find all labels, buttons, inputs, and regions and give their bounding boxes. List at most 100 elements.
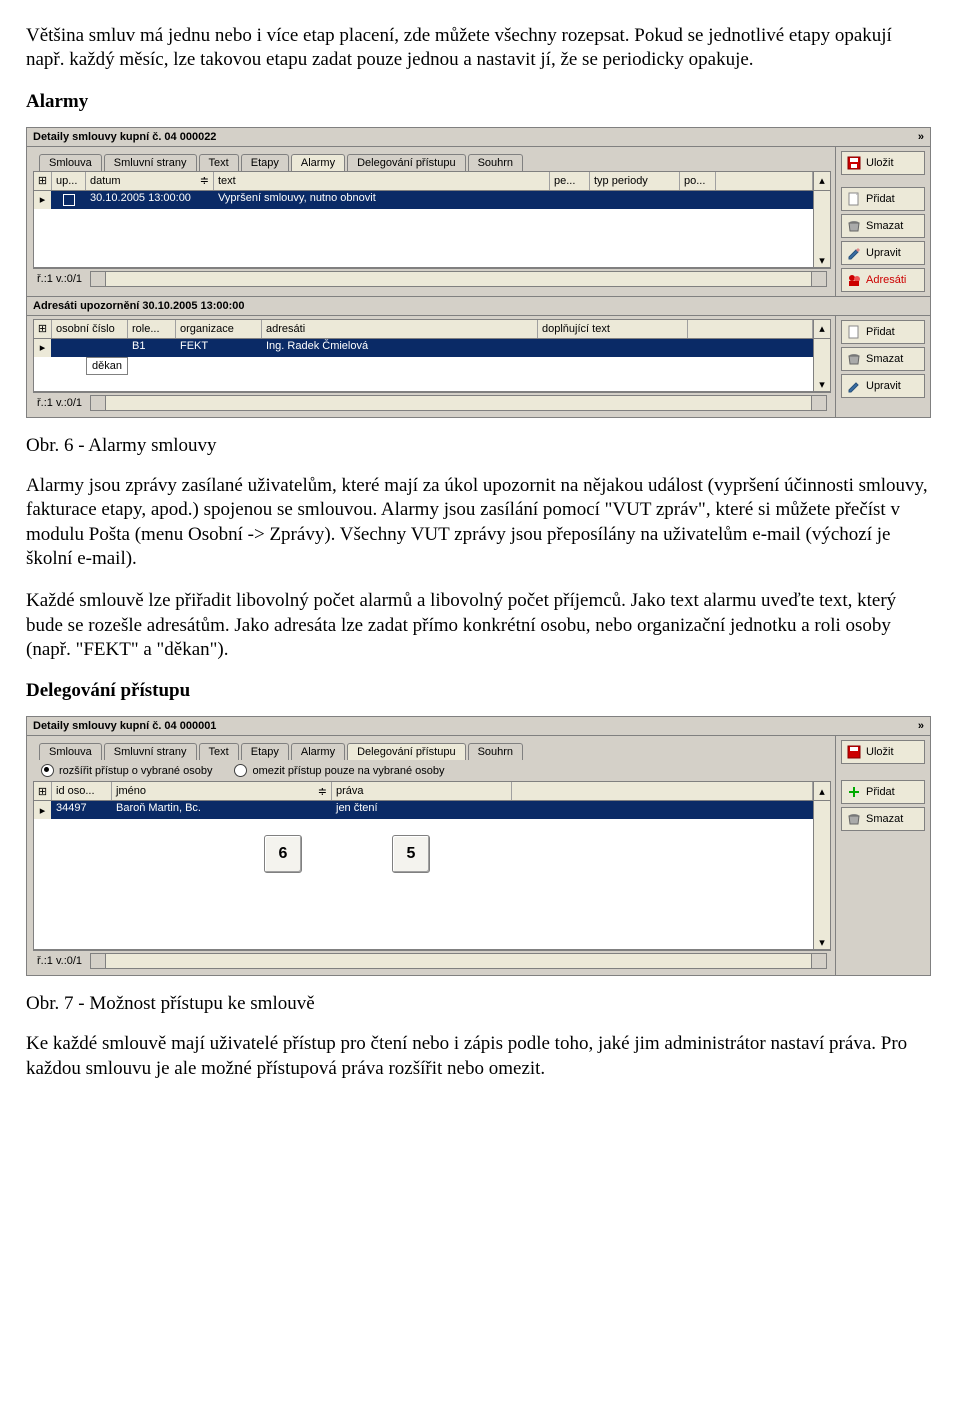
edit-button[interactable]: Upravit	[841, 374, 925, 398]
tab-text[interactable]: Text	[199, 154, 239, 171]
col-adresati[interactable]: adresáti	[262, 320, 538, 338]
trash-icon	[847, 219, 861, 233]
expand-icon[interactable]: ⊞	[34, 172, 52, 190]
col-filler	[716, 172, 813, 190]
alarm-row[interactable]: ▸ 30.10.2005 13:00:00 Vypršení smlouvy, …	[34, 191, 830, 209]
col-doplnujici-text[interactable]: doplňující text	[538, 320, 688, 338]
tab-smlouva[interactable]: Smlouva	[39, 743, 102, 760]
row-indicator-icon: ▸	[34, 191, 52, 209]
figure-caption-6: Obr. 6 - Alarmy smlouvy	[26, 434, 934, 458]
recipients-grid[interactable]: ⊞ osobní číslo role... organizace adresá…	[33, 319, 831, 392]
subheader-adresati: Adresáti upozornění 30.10.2005 13:00:00	[27, 296, 930, 316]
add-button[interactable]: Přidat	[841, 780, 925, 804]
col-prava[interactable]: práva	[332, 782, 512, 800]
toolbar-access: Uložit Přidat Smazat	[835, 736, 930, 975]
cell-organizace: FEKT	[176, 339, 262, 357]
radio-extend[interactable]: rozšířit přístup o vybrané osoby	[41, 764, 212, 777]
delete-button[interactable]: Smazat	[841, 214, 925, 238]
collapse-icon[interactable]: »	[918, 720, 924, 732]
cell-adresat: Ing. Radek Čmielová	[262, 339, 538, 357]
scroll-up-icon[interactable]: ▴	[813, 320, 830, 338]
cell-text: Vypršení smlouvy, nutno obnovit	[214, 191, 550, 209]
row-indicator-icon: ▸	[34, 339, 52, 357]
col-role[interactable]: role...	[128, 320, 176, 338]
tabs: Smlouva Smluvní strany Text Etapy Alarmy…	[33, 739, 831, 760]
cell-id: 34497	[52, 801, 112, 819]
hscrollbar[interactable]	[90, 395, 827, 411]
role-editor[interactable]: děkan	[86, 357, 128, 375]
radio-off-icon	[234, 764, 247, 777]
scroll-up-icon[interactable]: ▴	[813, 782, 830, 800]
radio-on-icon	[41, 764, 54, 777]
titlebar: Detaily smlouvy kupní č. 04 000001 »	[27, 717, 930, 736]
figure-caption-7: Obr. 7 - Možnost přístupu ke smlouvě	[26, 992, 934, 1016]
save-icon	[847, 156, 861, 170]
tab-delegovani[interactable]: Delegování přístupu	[347, 743, 465, 760]
access-grid[interactable]: ⊞ id oso... jméno≑ práva ▴ ▸ 34497 Baroň…	[33, 781, 831, 950]
col-typ-periody[interactable]: typ periody	[590, 172, 680, 190]
save-button[interactable]: Uložit	[841, 740, 925, 764]
col-up[interactable]: up...	[52, 172, 86, 190]
tab-delegovani[interactable]: Delegování přístupu	[347, 154, 465, 171]
col-organizace[interactable]: organizace	[176, 320, 262, 338]
plus-icon	[847, 785, 861, 799]
access-row[interactable]: ▸ 34497 Baroň Martin, Bc. jen čtení	[34, 801, 830, 819]
row-indicator-icon: ▸	[34, 801, 52, 819]
hscrollbar[interactable]	[90, 953, 827, 969]
status-text: ř.:1 v.:0/1	[37, 397, 82, 409]
paragraph-alarmy-2: Každé smlouvě lze přiřadit libovolný poč…	[26, 589, 934, 662]
col-jmeno[interactable]: jméno≑	[112, 782, 332, 800]
document-add-icon	[847, 192, 861, 206]
cell-jmeno: Baroň Martin, Bc.	[112, 801, 332, 819]
add-button[interactable]: Přidat	[841, 320, 925, 344]
tab-smluvni-strany[interactable]: Smluvní strany	[104, 154, 197, 171]
expand-icon[interactable]: ⊞	[34, 782, 52, 800]
scroll-down-icon[interactable]: ▾	[813, 819, 830, 949]
tab-alarmy[interactable]: Alarmy	[291, 154, 345, 171]
alarms-grid[interactable]: ⊞ up... datum≑ text pe... typ periody po…	[33, 171, 831, 268]
heading-delegovani: Delegování přístupu	[26, 680, 934, 702]
tab-etapy[interactable]: Etapy	[241, 743, 289, 760]
tab-souhrn[interactable]: Souhrn	[468, 743, 523, 760]
col-datum[interactable]: datum≑	[86, 172, 214, 190]
collapse-icon[interactable]: »	[918, 131, 924, 143]
recipients-button[interactable]: Adresáti	[841, 268, 925, 292]
toolbar-main: Uložit Přidat Smazat Upravit Adresáti	[835, 147, 930, 296]
tab-text[interactable]: Text	[199, 743, 239, 760]
window-title: Detaily smlouvy kupní č. 04 000022	[33, 131, 216, 143]
status-bar-2: ř.:1 v.:0/1	[33, 392, 831, 413]
paragraph-alarmy-1: Alarmy jsou zprávy zasílané uživatelům, …	[26, 474, 934, 571]
access-mode-radio-group: rozšířit přístup o vybrané osoby omezit …	[33, 760, 831, 781]
hscrollbar[interactable]	[90, 271, 827, 287]
recipient-row[interactable]: ▸ B1 FEKT Ing. Radek Čmielová	[34, 339, 830, 357]
tab-souhrn[interactable]: Souhrn	[468, 154, 523, 171]
tab-smlouva[interactable]: Smlouva	[39, 154, 102, 171]
col-id-osoby[interactable]: id oso...	[52, 782, 112, 800]
col-text[interactable]: text	[214, 172, 550, 190]
tab-etapy[interactable]: Etapy	[241, 154, 289, 171]
save-button[interactable]: Uložit	[841, 151, 925, 175]
scroll-up-icon[interactable]: ▴	[813, 172, 830, 190]
scroll-down-icon[interactable]: ▾	[813, 357, 830, 391]
screenshot-delegovani: Detaily smlouvy kupní č. 04 000001 » Sml…	[26, 716, 931, 976]
expand-icon[interactable]: ⊞	[34, 320, 52, 338]
tab-smluvni-strany[interactable]: Smluvní strany	[104, 743, 197, 760]
cell-datum: 30.10.2005 13:00:00	[86, 191, 214, 209]
delete-button[interactable]: Smazat	[841, 347, 925, 371]
col-osobni-cislo[interactable]: osobní číslo	[52, 320, 128, 338]
heading-alarmy: Alarmy	[26, 91, 934, 113]
delete-button[interactable]: Smazat	[841, 807, 925, 831]
tab-alarmy[interactable]: Alarmy	[291, 743, 345, 760]
document-add-icon	[847, 325, 861, 339]
radio-restrict[interactable]: omezit přístup pouze na vybrané osoby	[234, 764, 444, 777]
paragraph-intro: Většina smluv má jednu nebo i více etap …	[26, 24, 934, 73]
cell-role: B1	[128, 339, 176, 357]
col-po[interactable]: po...	[680, 172, 716, 190]
keycaps: 6 5	[34, 819, 813, 879]
add-button[interactable]: Přidat	[841, 187, 925, 211]
scroll-down-icon[interactable]: ▾	[813, 209, 830, 267]
pencil-icon	[847, 246, 861, 260]
col-pe[interactable]: pe...	[550, 172, 590, 190]
status-text: ř.:1 v.:0/1	[37, 273, 82, 285]
edit-button[interactable]: Upravit	[841, 241, 925, 265]
